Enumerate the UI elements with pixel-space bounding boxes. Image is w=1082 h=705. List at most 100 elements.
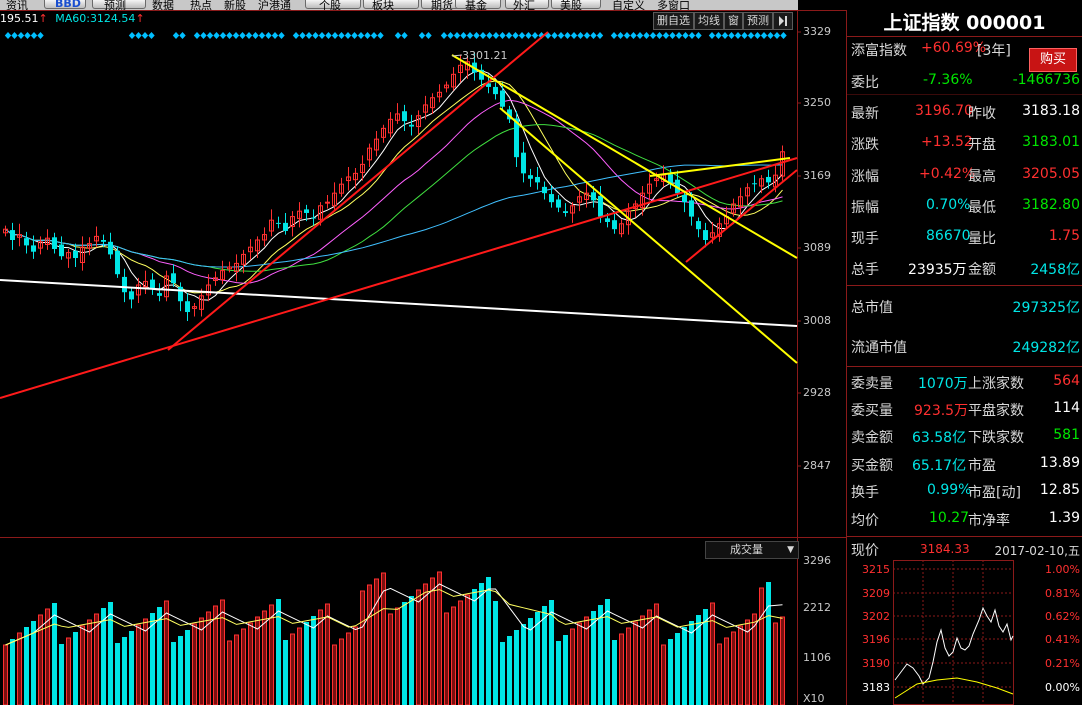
row-value2: 581 bbox=[1053, 427, 1080, 443]
row-value2: 12.85 bbox=[1039, 482, 1080, 498]
candle-body-up bbox=[325, 201, 330, 204]
volume-bar-up bbox=[738, 625, 743, 705]
signal-diamond-icon bbox=[662, 32, 670, 39]
volume-bar-up bbox=[199, 617, 204, 705]
price-axis-label: 2847 bbox=[803, 459, 831, 472]
signal-diamond-icon bbox=[643, 32, 650, 39]
candle-body-down bbox=[150, 279, 155, 289]
volume-bar-up bbox=[640, 615, 645, 705]
kline-chart[interactable]: 3301.21 bbox=[0, 0, 847, 705]
signal-diamond-icon bbox=[577, 32, 584, 39]
row-value2: 564 bbox=[1053, 373, 1080, 389]
volume-bar-down bbox=[612, 640, 617, 705]
mini-axis-labels: 3215 3209 3202 3196 3190 3183 1.00% 0.81% 0.62% 0… bbox=[862, 563, 1080, 694]
mini-price: 3184.33 bbox=[920, 542, 970, 556]
signal-diamond-icon bbox=[695, 32, 702, 39]
collapse-right-icon[interactable] bbox=[773, 12, 793, 30]
row-value2: 13.89 bbox=[1039, 455, 1080, 471]
candle-body-down bbox=[598, 195, 603, 217]
volume-bar-up bbox=[353, 626, 358, 705]
volume-bar-down bbox=[668, 639, 673, 705]
row-value: +0.42% bbox=[919, 166, 976, 182]
row-label: 总手 bbox=[851, 262, 879, 278]
ma10-line bbox=[5, 80, 783, 294]
volume-bar-up bbox=[773, 622, 778, 705]
volume-bar-up bbox=[626, 627, 631, 705]
volume-bar-up bbox=[584, 616, 589, 705]
signal-diamond-icon bbox=[525, 32, 532, 39]
volume-bar-up bbox=[346, 632, 351, 705]
signal-diamond-icon bbox=[425, 32, 432, 39]
volume-bar-up bbox=[759, 587, 764, 705]
volume-bar-up bbox=[325, 603, 330, 705]
signal-diamond-icon bbox=[610, 32, 618, 39]
signal-diamond-icon bbox=[708, 32, 716, 39]
candle-body-down bbox=[185, 301, 190, 313]
candle-body-down bbox=[682, 194, 687, 203]
ma5-line bbox=[5, 70, 783, 301]
signal-diamond-icon bbox=[688, 32, 696, 39]
volume-bar-down bbox=[479, 583, 484, 705]
row-label: 涨跌 bbox=[851, 137, 879, 153]
volume-bar-down bbox=[507, 636, 512, 705]
signal-diamond-icon bbox=[590, 32, 597, 39]
row-value2: 3183.18 bbox=[1022, 103, 1080, 119]
row-value: 63.58亿 bbox=[912, 430, 967, 446]
row-label2: 量比 bbox=[968, 231, 996, 247]
volume-axis-label: 2212 bbox=[803, 601, 831, 614]
mini-price-line bbox=[894, 606, 1014, 699]
row-value: 297325亿 bbox=[1012, 300, 1080, 316]
row-pct: 涨幅 +0.42% 最高 3205.05 bbox=[847, 160, 1082, 191]
window-button[interactable]: 窗 bbox=[724, 12, 743, 30]
mini-avg-path bbox=[894, 677, 1014, 699]
row-value: 923.5万 bbox=[914, 403, 969, 419]
remove-favorite-button[interactable]: 删自选 bbox=[653, 12, 694, 30]
price-axis-label: 3169 bbox=[803, 169, 831, 182]
mini-right-axis-label: 0.62% bbox=[1045, 610, 1080, 623]
volume-bar-down bbox=[73, 632, 78, 705]
volume-bar-up bbox=[395, 607, 400, 705]
volume-indicator-select[interactable]: 成交量 ▼ bbox=[705, 541, 799, 559]
volume-bar-up bbox=[80, 625, 85, 705]
signal-diamond-icon bbox=[344, 32, 352, 39]
row-value: 10.27 bbox=[929, 510, 970, 526]
row-value2: 3182.80 bbox=[1022, 197, 1080, 213]
ma-button[interactable]: 均线 bbox=[694, 12, 724, 30]
volume-bar-down bbox=[10, 639, 15, 705]
row-label2: 市盈 bbox=[968, 458, 996, 474]
volume-bar-down bbox=[486, 577, 491, 705]
volume-bar-down bbox=[472, 589, 477, 705]
volume-bar-down bbox=[402, 602, 407, 705]
intraday-mini-chart[interactable]: 3215 3209 3202 3196 3190 3183 1.00% 0.81% 0.62% 0… bbox=[847, 560, 1082, 705]
mini-left-axis-label: 3209 bbox=[862, 587, 890, 600]
volume-bar-down bbox=[304, 622, 309, 705]
signal-diamond-icon bbox=[649, 32, 657, 39]
signal-diamond-icon bbox=[179, 32, 186, 39]
volume-bar-down bbox=[157, 607, 162, 705]
volume-bar-up bbox=[661, 644, 666, 705]
volume-bar-down bbox=[542, 606, 547, 705]
candle-body-down bbox=[31, 245, 36, 252]
signal-diamond-icon bbox=[486, 32, 493, 39]
signal-diamond-icon bbox=[505, 32, 513, 39]
volume-bar-up bbox=[262, 610, 267, 705]
predict-button[interactable]: 预测 bbox=[743, 12, 773, 30]
volume-bar-up bbox=[290, 633, 295, 705]
row-label2: 市净率 bbox=[968, 513, 1010, 529]
volume-bar-down bbox=[598, 605, 603, 705]
volume-bar-up bbox=[451, 606, 456, 705]
signal-diamond-icon bbox=[453, 32, 461, 39]
row-value2: 114 bbox=[1053, 400, 1080, 416]
volume-title: 成交量 bbox=[730, 543, 763, 556]
signal-diamond-icon bbox=[226, 32, 233, 39]
volume-bar-up bbox=[745, 619, 750, 705]
candle-body-down bbox=[73, 250, 78, 259]
volume-bar-down bbox=[689, 621, 694, 705]
signal-diamond-icon bbox=[767, 32, 774, 39]
volume-bar-down bbox=[493, 601, 498, 705]
signal-diamond-icon bbox=[370, 32, 378, 39]
price-axis-label: 3089 bbox=[803, 241, 831, 254]
row-value: 65.17亿 bbox=[912, 458, 967, 474]
signal-diamond-icon bbox=[447, 32, 454, 39]
row-change: 涨跌 +13.52 开盘 3183.01 bbox=[847, 128, 1082, 159]
